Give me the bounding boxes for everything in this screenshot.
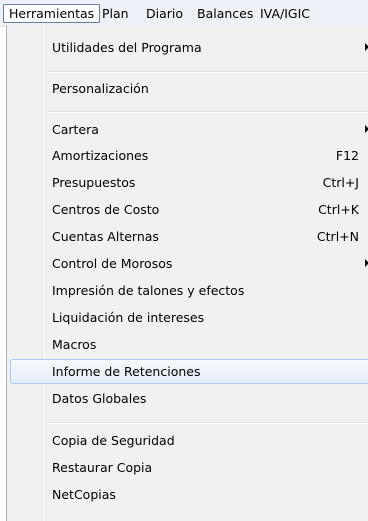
menu-item-label: Centros de Costo [52, 202, 160, 217]
menubar-iva-igic[interactable]: IVA/IGIC [255, 5, 315, 22]
menu-item-shortcut: Ctrl+K [318, 202, 359, 217]
menu-bar: Herramientas Plan Diario Balances IVA/IG… [0, 0, 368, 27]
menu-item-label: Cartera [52, 122, 99, 137]
menu-item-netcopias[interactable]: NetCopias [13, 482, 368, 507]
menu-item-label: Personalización [52, 81, 149, 96]
menubar-balances[interactable]: Balances [192, 5, 258, 22]
herramientas-dropdown-menu: Utilidades del Programa Personalización … [6, 25, 368, 521]
menu-item-label: Cuentas Alternas [52, 229, 159, 244]
menu-item-impresion-de-talones[interactable]: Impresión de talones y efectos [13, 278, 368, 303]
menu-item-centros-de-costo[interactable]: Centros de Costo Ctrl+K [13, 197, 368, 222]
menubar-diario[interactable]: Diario [141, 5, 188, 22]
menu-item-label: Control de Morosos [52, 256, 173, 271]
menu-item-cuentas-alternas[interactable]: Cuentas Alternas Ctrl+N [13, 224, 368, 249]
menu-item-label: Informe de Retenciones [52, 364, 201, 379]
menu-item-label: Copia de Seguridad [52, 433, 175, 448]
menu-separator [48, 71, 368, 73]
menubar-plan[interactable]: Plan [97, 5, 134, 22]
menu-item-macros[interactable]: Macros [13, 332, 368, 357]
menu-item-shortcut: Ctrl+N [316, 229, 359, 244]
menu-separator [48, 111, 368, 113]
menu-item-label: Datos Globales [52, 391, 147, 406]
menu-item-control-de-morosos[interactable]: Control de Morosos [13, 251, 368, 276]
menu-item-informe-de-retenciones[interactable]: Informe de Retenciones [10, 359, 368, 384]
menu-item-label: Restaurar Copia [52, 460, 153, 475]
menu-item-amortizaciones[interactable]: Amortizaciones F12 [13, 143, 368, 168]
menu-item-shortcut: F12 [335, 148, 359, 163]
menu-item-label: Impresión de talones y efectos [52, 283, 245, 298]
menu-item-utilidades-del-programa[interactable]: Utilidades del Programa [13, 35, 368, 60]
menu-item-label: Amortizaciones [52, 148, 149, 163]
menu-item-restaurar-copia[interactable]: Restaurar Copia [13, 455, 368, 480]
menu-item-label: Presupuestos [52, 175, 136, 190]
menu-item-label: Utilidades del Programa [52, 40, 202, 55]
menu-item-cartera[interactable]: Cartera [13, 117, 368, 142]
menu-item-copia-de-seguridad[interactable]: Copia de Seguridad [13, 428, 368, 453]
menu-item-label: NetCopias [52, 487, 116, 502]
menu-item-datos-globales[interactable]: Datos Globales [13, 386, 368, 411]
menu-item-shortcut: Ctrl+J [322, 175, 359, 190]
menu-item-label: Macros [52, 337, 97, 352]
menu-item-label: Liquidación de intereses [52, 310, 205, 325]
menu-item-presupuestos[interactable]: Presupuestos Ctrl+J [13, 170, 368, 195]
menu-separator [48, 422, 368, 424]
menubar-herramientas[interactable]: Herramientas [3, 4, 101, 23]
menu-item-liquidacion-de-intereses[interactable]: Liquidación de intereses [13, 305, 368, 330]
menu-item-personalizacion[interactable]: Personalización [13, 76, 368, 101]
